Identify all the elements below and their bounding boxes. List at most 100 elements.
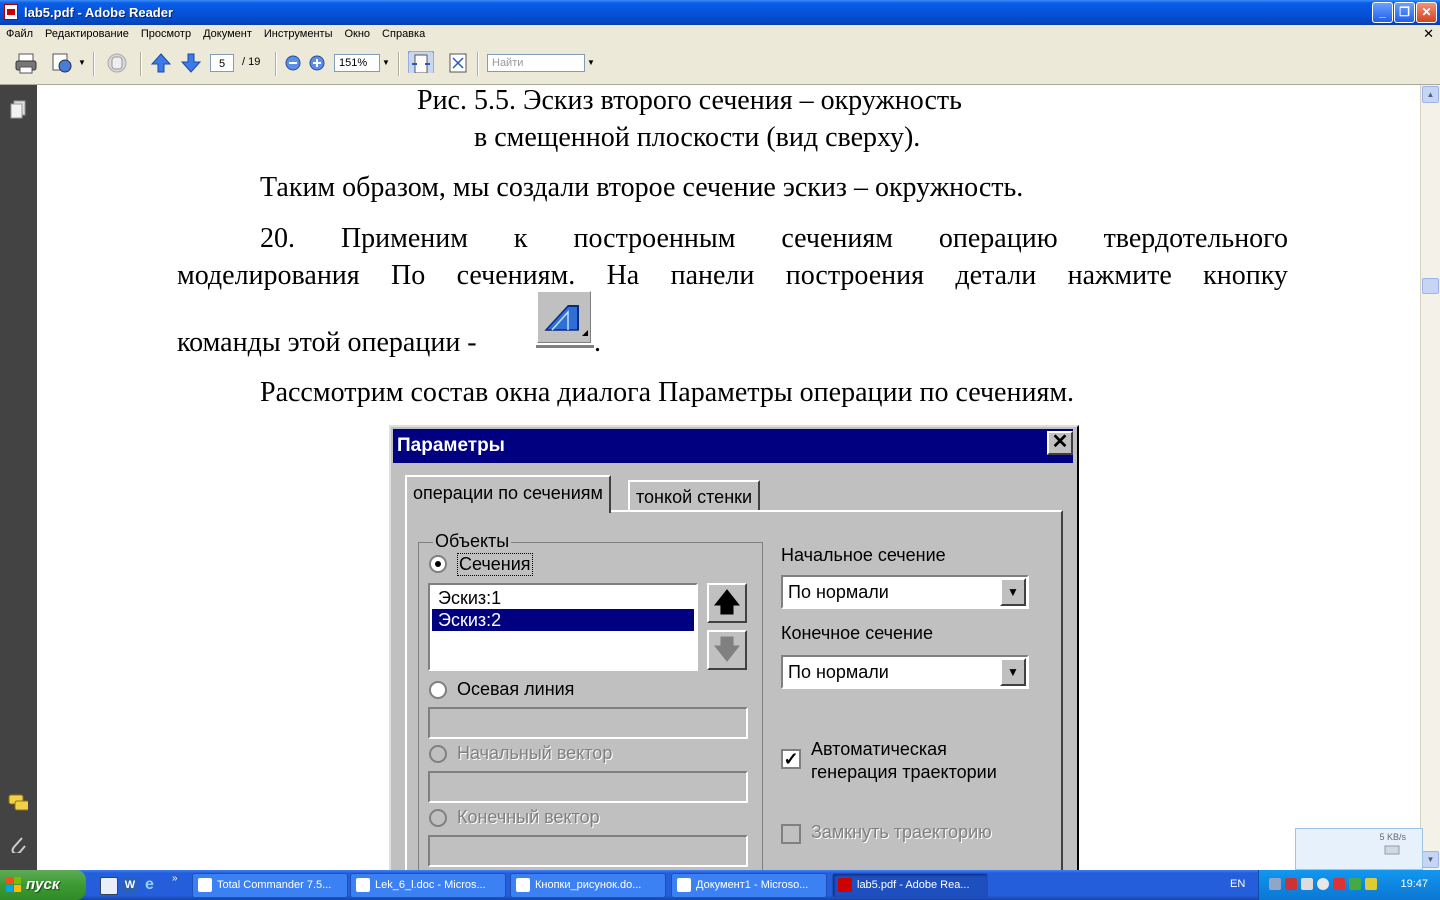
dialog-title: Параметры — [393, 429, 1073, 463]
start-button[interactable]: пуск — [0, 870, 86, 900]
page-number-input[interactable]: 5 — [210, 54, 234, 72]
tray-icon[interactable] — [1301, 878, 1313, 890]
paragraph-2-line3: команды этой операции - — [177, 327, 477, 358]
start-section-label: Начальное сечение — [781, 545, 946, 565]
menu-file[interactable]: Файл — [0, 25, 39, 40]
zoom-out-icon[interactable] — [284, 52, 302, 74]
start-label: пуск — [26, 876, 60, 893]
zoom-dropdown-icon[interactable]: ▼ — [382, 54, 390, 72]
previous-page-icon[interactable] — [150, 52, 172, 74]
objects-group-label: Объекты — [433, 531, 512, 552]
find-dropdown-icon[interactable]: ▼ — [587, 54, 595, 72]
language-indicator[interactable]: EN — [1230, 878, 1245, 890]
fit-page-icon[interactable] — [447, 52, 469, 74]
figure-caption-line1: Рис. 5.5. Эскиз второго сечения – окружн… — [417, 85, 962, 116]
nvidia-tray-icon[interactable] — [1349, 878, 1361, 890]
pages-panel-icon[interactable] — [8, 99, 28, 119]
document-close-icon[interactable]: ✕ — [1423, 26, 1434, 42]
word: кнопку — [1203, 260, 1288, 291]
comments-panel-icon[interactable] — [8, 793, 28, 813]
word-icon[interactable]: W — [122, 877, 138, 893]
word: твердотельного — [1103, 223, 1288, 254]
word: По — [391, 260, 426, 291]
antivirus-tray-icon[interactable] — [1285, 878, 1297, 890]
minimize-button[interactable]: _ — [1372, 2, 1393, 23]
word: к — [513, 223, 528, 254]
page-setup-icon[interactable] — [50, 52, 74, 74]
scroll-up-icon[interactable]: ▲ — [1422, 86, 1439, 103]
loft-command-button-image — [537, 291, 591, 343]
menu-window[interactable]: Окно — [338, 25, 376, 40]
word: сечениям — [781, 223, 893, 254]
title-bar: lab5.pdf - Adobe Reader _ ❐ ✕ — [0, 0, 1440, 25]
zoom-in-icon[interactable] — [308, 52, 326, 74]
close-button[interactable]: ✕ — [1416, 2, 1437, 23]
scroll-thumb[interactable] — [1422, 278, 1439, 294]
start-vector-label: Начальный вектор — [457, 743, 613, 763]
print-icon[interactable] — [14, 52, 38, 74]
word-doc-icon — [516, 878, 530, 892]
hand-tool-icon[interactable] — [104, 52, 130, 74]
taskbar-item-lab5-pdf[interactable]: lab5.pdf - Adobe Rea... — [832, 873, 988, 898]
word: построения — [785, 260, 925, 291]
document-page: Рис. 5.5. Эскиз второго сечения – окружн… — [37, 85, 1420, 870]
navigation-pane — [0, 85, 37, 870]
menu-document[interactable]: Документ — [197, 25, 258, 40]
quick-launch-expand-icon[interactable]: » — [172, 873, 178, 884]
total-commander-icon — [198, 878, 212, 892]
paragraph-2-line1: 20. Применим к построенным сечениям опер… — [260, 223, 1288, 255]
network-icon — [1384, 845, 1400, 855]
clock[interactable]: 19:47 — [1400, 878, 1428, 890]
menu-view[interactable]: Просмотр — [135, 25, 197, 40]
word: На — [606, 260, 640, 291]
menu-edit[interactable]: Редактирование — [39, 25, 135, 40]
taskbar-item-document1[interactable]: Документ1 - Microso... — [671, 873, 827, 898]
auto-generation-label-line1: Автоматическая — [811, 739, 947, 759]
parameters-dialog-image: Параметры ✕ операции по сечениям тонкой … — [389, 425, 1079, 870]
find-input[interactable]: Найти — [487, 54, 585, 72]
move-up-arrow-icon: 🡅 — [707, 583, 747, 623]
scroll-down-icon[interactable]: ▼ — [1422, 851, 1439, 868]
move-down-arrow-icon: 🡇 — [707, 630, 747, 670]
paragraph-1: Таким образом, мы создали второе сечение… — [260, 172, 1024, 203]
show-desktop-icon[interactable] — [100, 877, 118, 895]
word: построенным — [573, 223, 736, 254]
zoom-level-input[interactable]: 151% — [334, 54, 380, 72]
menu-help[interactable]: Справка — [376, 25, 431, 40]
sections-radio — [429, 555, 447, 573]
end-vector-label: Конечный вектор — [457, 807, 600, 827]
tray-icon[interactable] — [1365, 878, 1377, 890]
paragraph-2-line2: моделирования По сечениям. На панели пос… — [177, 260, 1288, 292]
dialog-close-icon: ✕ — [1047, 431, 1073, 455]
page-total: / 19 — [242, 56, 261, 68]
close-path-checkbox — [781, 824, 801, 844]
tray-icon[interactable] — [1333, 878, 1345, 890]
close-path-label: Замкнуть траекторию — [811, 822, 992, 842]
restore-button[interactable]: ❐ — [1394, 2, 1415, 23]
attachments-panel-icon[interactable] — [8, 833, 28, 853]
menu-tools[interactable]: Инструменты — [258, 25, 339, 40]
end-section-combo: По нормали ▼ — [781, 655, 1029, 689]
paragraph-2-end: . — [594, 327, 601, 358]
internet-explorer-icon[interactable]: e — [145, 877, 161, 893]
word: моделирования — [177, 260, 360, 291]
taskbar-item-knopki-doc[interactable]: Кнопки_рисунок.do... — [510, 873, 666, 898]
end-section-label: Конечное сечение — [781, 623, 933, 643]
button-underline — [536, 345, 594, 348]
vertical-scrollbar[interactable]: ▲ ▼ — [1420, 85, 1440, 870]
word: операцию — [938, 223, 1058, 254]
sections-label: Сечения — [457, 553, 533, 576]
taskbar-item-total-commander[interactable]: Total Commander 7.5... — [192, 873, 348, 898]
page-setup-dropdown-icon[interactable]: ▼ — [78, 54, 86, 72]
word: детали — [955, 260, 1037, 291]
chevron-down-icon: ▼ — [1000, 658, 1026, 686]
next-page-icon[interactable] — [180, 52, 202, 74]
task-label: lab5.pdf - Adobe Rea... — [857, 879, 970, 891]
start-vector-field — [428, 771, 748, 803]
fit-width-icon[interactable] — [408, 51, 434, 73]
taskbar-item-lek6-doc[interactable]: Lek_6_l.doc - Micros... — [350, 873, 506, 898]
network-speed-popup: 5 KB/s — [1295, 828, 1423, 870]
network-tray-icon[interactable] — [1269, 878, 1281, 890]
list-item-selected: Эскиз:2 — [432, 609, 694, 631]
volume-icon[interactable] — [1317, 878, 1329, 890]
